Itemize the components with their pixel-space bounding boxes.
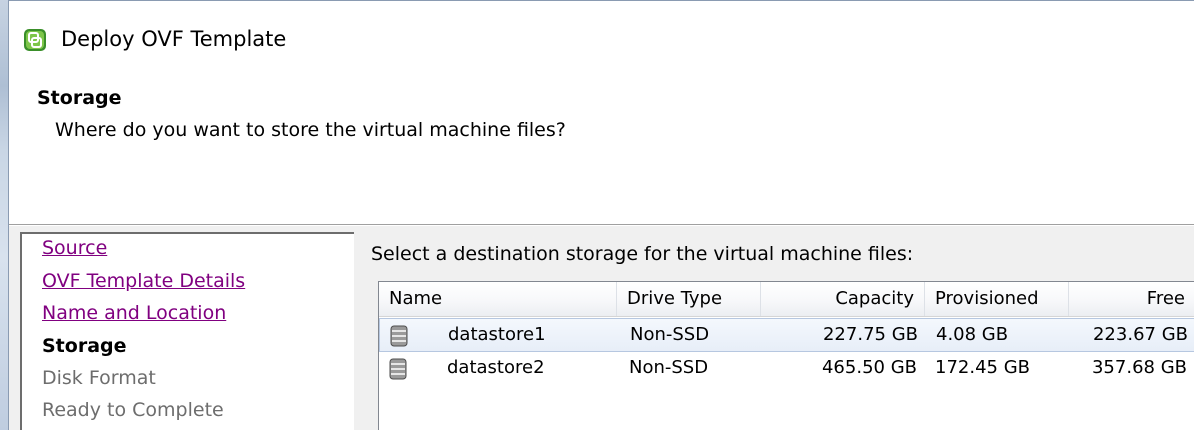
cell-drive-type: Non-SSD: [629, 357, 709, 378]
datastore-table[interactable]: Name Drive Type Capacity Provisioned Fre…: [378, 281, 1194, 430]
table-row-datastore1[interactable]: datastore1 Non-SSD 227.75 GB 4.08 GB 223…: [379, 318, 1194, 352]
table-header: Name Drive Type Capacity Provisioned Fre…: [379, 282, 1194, 317]
datastore-icon: [389, 358, 407, 380]
cell-drive-type: Non-SSD: [630, 324, 710, 345]
column-header-name[interactable]: Name: [379, 282, 617, 316]
cell-capacity: 465.50 GB: [821, 357, 917, 378]
column-header-free[interactable]: Free: [1069, 282, 1194, 316]
storage-instruction: Select a destination storage for the vir…: [371, 243, 914, 265]
column-header-drive-type[interactable]: Drive Type: [617, 282, 761, 316]
window-title: Deploy OVF Template: [61, 27, 287, 51]
cell-name: datastore1: [448, 324, 546, 345]
step-title: Storage: [37, 87, 122, 109]
column-header-capacity[interactable]: Capacity: [761, 282, 925, 316]
table-row-datastore2[interactable]: datastore2 Non-SSD 465.50 GB 172.45 GB 3…: [379, 352, 1194, 386]
cell-name: datastore2: [447, 357, 545, 378]
nav-step-ready-to-complete: Ready to Complete: [42, 399, 224, 421]
cell-provisioned: 172.45 GB: [935, 357, 1031, 378]
title-bar: Deploy OVF Template: [9, 1, 1194, 79]
ovf-template-icon: [23, 28, 47, 52]
nav-step-disk-format: Disk Format: [42, 367, 156, 389]
cell-free: 357.68 GB: [1091, 357, 1187, 378]
nav-step-storage: Storage: [42, 335, 127, 357]
nav-step-source[interactable]: Source: [42, 237, 107, 259]
datastore-icon: [390, 325, 408, 347]
cell-provisioned: 4.08 GB: [936, 324, 1009, 345]
cell-free: 223.67 GB: [1092, 324, 1188, 345]
cell-capacity: 227.75 GB: [822, 324, 918, 345]
nav-step-name-and-location[interactable]: Name and Location: [42, 302, 226, 324]
wizard-header: Storage Where do you want to store the v…: [9, 79, 1194, 225]
nav-step-ovf-template-details[interactable]: OVF Template Details: [42, 270, 245, 292]
window-frame-left: [0, 0, 8, 430]
column-header-provisioned[interactable]: Provisioned: [925, 282, 1069, 316]
step-subtitle: Where do you want to store the virtual m…: [55, 119, 566, 141]
